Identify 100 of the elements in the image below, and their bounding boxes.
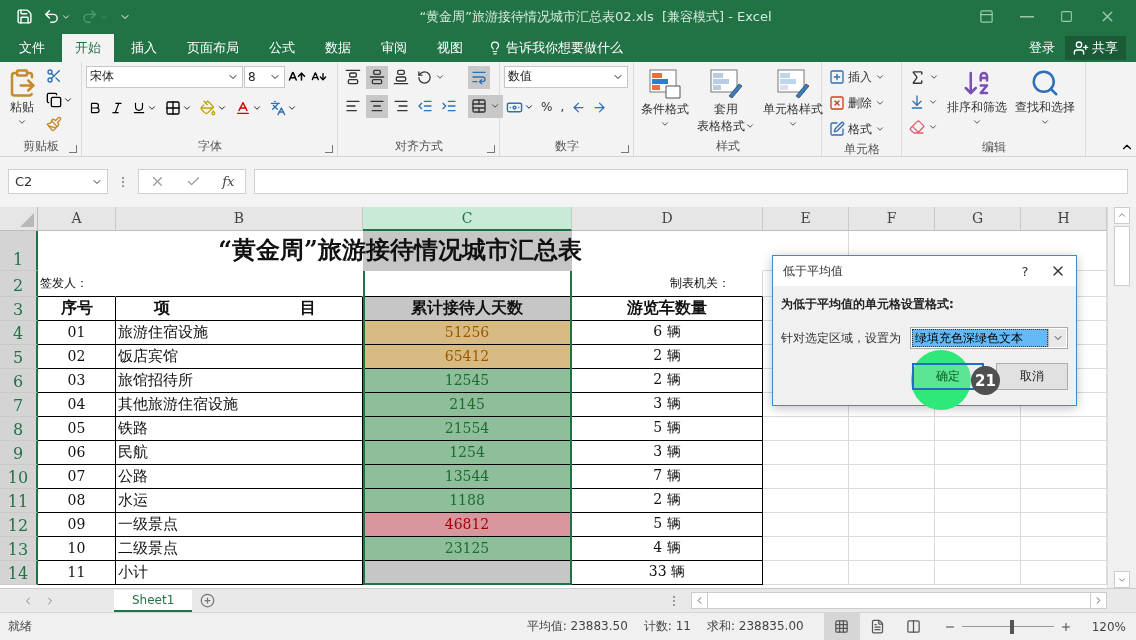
row-header[interactable]: 7 <box>0 392 38 417</box>
ribbon-tab[interactable]: 开始 <box>62 33 114 62</box>
column-header[interactable]: F <box>849 206 935 231</box>
cells-button[interactable]: 删除 <box>826 91 888 115</box>
table-cell: 6 辆 <box>572 320 763 345</box>
table-cell: 51256 <box>363 320 572 345</box>
table-cell: 5 辆 <box>572 416 763 441</box>
row-header[interactable]: 12 <box>0 512 38 537</box>
field-label: 针对选定区域，设置为 <box>781 329 901 347</box>
column-heading: 序号 <box>38 296 116 321</box>
status-count: 计数: 11 <box>643 618 691 635</box>
group-label: 样式 <box>715 138 740 156</box>
table-cell: 3 辆 <box>572 392 763 417</box>
share-button[interactable]: 共享 <box>1065 35 1126 60</box>
ribbon-tab[interactable]: 插入 <box>118 33 170 62</box>
ribbon-tab[interactable]: 视图 <box>424 33 476 62</box>
row-header[interactable]: 1 <box>0 230 38 271</box>
group-label: 字体 <box>197 138 222 156</box>
row-header[interactable]: 11 <box>0 488 38 513</box>
styles-button[interactable]: 单元格样式 <box>760 65 826 131</box>
percent-button[interactable]: % <box>538 95 556 119</box>
sheet-tab[interactable]: Sheet1 <box>114 589 193 612</box>
ribbon-tab[interactable]: 页面布局 <box>174 33 252 62</box>
table-cell: 公路 <box>116 464 363 489</box>
table-cell: 签发人： <box>38 270 116 297</box>
column-header[interactable]: E <box>763 206 849 231</box>
table-cell: 2145 <box>363 392 572 417</box>
format-dropdown[interactable]: 绿填充色深绿色文本 <box>910 327 1068 349</box>
insert-function-button[interactable]: fx <box>220 172 237 192</box>
table-cell: 04 <box>38 392 116 417</box>
table-cell: 02 <box>38 344 116 369</box>
table-cell: 旅游住宿设施 <box>116 320 363 345</box>
row-header[interactable]: 6 <box>0 368 38 393</box>
sign-in-link[interactable]: 登录 <box>1019 33 1065 62</box>
group-label: 剪贴板 <box>22 138 59 156</box>
table-cell: 其他旅游住宿设施 <box>116 392 363 417</box>
name-box[interactable]: C2 <box>8 169 108 195</box>
sort-filter-button[interactable]: 排序和筛选 <box>944 65 1010 129</box>
table-cell: 2 辆 <box>572 368 763 393</box>
row-header[interactable]: 5 <box>0 344 38 369</box>
styles-button[interactable]: 套用 表格格式 <box>694 65 758 136</box>
comma-style-button[interactable]: , <box>557 95 568 119</box>
row-header[interactable]: 2 <box>0 270 38 297</box>
status-text: 就绪 <box>8 618 32 635</box>
row-header[interactable]: 3 <box>0 296 38 321</box>
table-cell: 饭店宾馆 <box>116 344 363 369</box>
font-size-dropdown[interactable]: 8 <box>244 65 285 88</box>
table-cell: 33 辆 <box>572 560 763 585</box>
group-label: 单元格 <box>843 140 880 158</box>
dialog-title: 低于平均值 <box>783 262 843 280</box>
row-header[interactable]: 14 <box>0 560 38 585</box>
table-cell: 1188 <box>363 488 572 513</box>
table-cell: 08 <box>38 488 116 513</box>
column-header[interactable]: B <box>116 206 363 231</box>
table-cell: 65412 <box>363 344 572 369</box>
find-select-button[interactable]: 查找和选择 <box>1012 65 1078 129</box>
styles-button[interactable]: 条件格式 <box>638 65 692 131</box>
table-cell: 06 <box>38 440 116 465</box>
row-header[interactable]: 4 <box>0 320 38 345</box>
tell-me-search[interactable]: 告诉我你想要做什么 <box>480 33 631 62</box>
table-cell: 制表机关： <box>572 270 763 297</box>
paste-button[interactable]: 粘贴 <box>4 65 40 129</box>
window-title: “黄金周”旅游接待情况城市汇总表02.xls [兼容模式] - Excel <box>418 7 773 26</box>
column-header[interactable]: D <box>572 206 763 231</box>
column-header[interactable]: A <box>38 206 116 231</box>
ribbon-tab[interactable]: 公式 <box>256 33 308 62</box>
column-header[interactable]: H <box>1021 206 1107 231</box>
column-header[interactable]: G <box>935 206 1021 231</box>
table-cell: 一级景点 <box>116 512 363 537</box>
zoom-level[interactable]: 120% <box>1091 619 1126 634</box>
table-cell: 23125 <box>363 536 572 561</box>
column-heading: 游览车数量 <box>572 296 763 321</box>
table-cell: 2 辆 <box>572 488 763 513</box>
row-header[interactable]: 9 <box>0 440 38 465</box>
ribbon-tab[interactable]: 文件 <box>6 33 58 62</box>
help-button[interactable]: ? <box>1010 257 1040 285</box>
table-cell: 铁路 <box>116 416 363 441</box>
table-cell: 05 <box>38 416 116 441</box>
table-cell: 3 辆 <box>572 440 763 465</box>
table-cell: 11 <box>38 560 116 585</box>
ribbon-tab[interactable]: 审阅 <box>368 33 420 62</box>
table-cell: 水运 <box>116 488 363 513</box>
cells-button[interactable]: 格式 <box>826 117 888 141</box>
cells-button[interactable]: 插入 <box>826 65 888 89</box>
column-heading: 项目 <box>116 296 363 321</box>
ribbon-tab[interactable]: 数据 <box>312 33 364 62</box>
row-header[interactable]: 13 <box>0 536 38 561</box>
table-cell: 03 <box>38 368 116 393</box>
group-label: 编辑 <box>981 138 1006 156</box>
group-label: 对齐方式 <box>394 138 443 156</box>
table-cell: 小计 <box>116 560 363 585</box>
column-header[interactable]: C <box>363 206 572 231</box>
number-format-dropdown[interactable]: 数值 <box>504 65 628 88</box>
status-sum: 求和: 238835.00 <box>706 618 804 635</box>
dialog-button[interactable]: 取消 <box>996 363 1068 390</box>
font-name-dropdown[interactable]: 宋体 <box>86 65 243 88</box>
row-header[interactable]: 8 <box>0 416 38 441</box>
table-cell: 01 <box>38 320 116 345</box>
dialog-prompt: 为低于平均值的单元格设置格式: <box>781 296 955 313</box>
row-header[interactable]: 10 <box>0 464 38 489</box>
